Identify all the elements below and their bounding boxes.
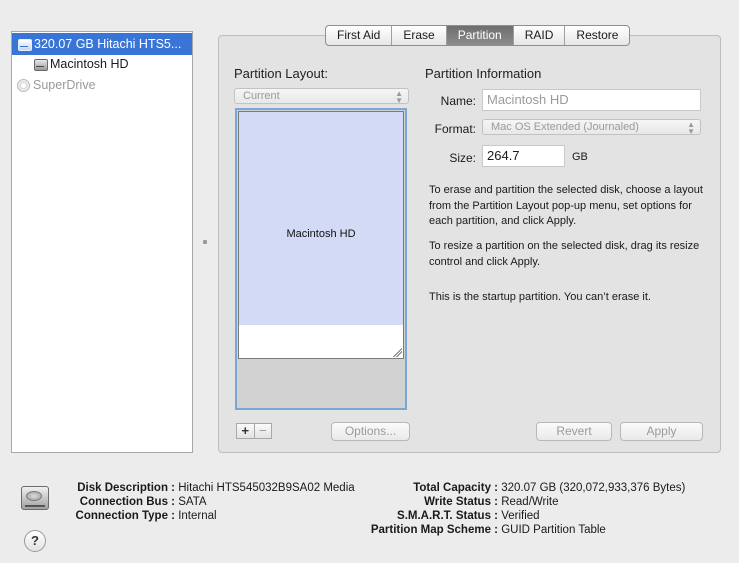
detail-value: Hitachi HTS545032B9SA02 Media (178, 482, 355, 494)
add-remove-control: + − (236, 423, 272, 439)
detail-key: S.M.A.R.T. Status : (397, 510, 498, 522)
popup-arrows-icon: ▲ ▼ (687, 120, 695, 136)
size-unit: GB (572, 151, 588, 163)
detail-key: Write Status : (424, 496, 498, 508)
add-partition-button[interactable]: + (237, 424, 255, 438)
tab-raid[interactable]: RAID (514, 26, 566, 45)
detail-value: Internal (178, 510, 217, 522)
resize-instructions: To resize a partition on the selected di… (429, 240, 700, 268)
detail-row: Connection Type : Internal (60, 509, 355, 523)
partition-block[interactable]: Macintosh HD (238, 111, 404, 359)
size-field[interactable]: 264.7 (482, 145, 565, 167)
sidebar-item-label: SuperDrive (33, 78, 96, 92)
sidebar-item-label: Macintosh HD (50, 57, 129, 71)
partition-information-heading: Partition Information (425, 66, 542, 81)
options-button[interactable]: Options... (331, 422, 410, 441)
detail-row: Total Capacity : 320.07 GB (320,072,933,… (362, 481, 685, 495)
detail-row: Disk Description : Hitachi HTS545032B9SA… (60, 481, 355, 495)
partition-layout-heading: Partition Layout: (234, 66, 328, 81)
detail-value: SATA (178, 496, 207, 508)
disk-details-left: Disk Description : Hitachi HTS545032B9SA… (60, 481, 355, 523)
hard-disk-icon (33, 57, 48, 71)
partition-used-fill (239, 112, 403, 325)
revert-button[interactable]: Revert (536, 422, 612, 441)
help-button[interactable]: ? (24, 530, 46, 552)
partition-name-field[interactable]: Macintosh HD (482, 89, 701, 111)
detail-key: Total Capacity : (413, 482, 498, 494)
format-popup[interactable]: Mac OS Extended (Journaled) ▲ ▼ (482, 119, 701, 136)
detail-value: Read/Write (501, 496, 559, 508)
detail-key: Connection Bus : (79, 496, 175, 508)
erase-instructions: To erase and partition the selected disk… (429, 184, 703, 227)
tab-partition[interactable]: Partition (446, 26, 514, 45)
split-view-handle[interactable] (203, 240, 207, 244)
detail-row: Write Status : Read/Write (362, 495, 685, 509)
disk-details-right: Total Capacity : 320.07 GB (320,072,933,… (362, 481, 686, 537)
detail-value: 320.07 GB (320,072,933,376 Bytes) (501, 482, 686, 494)
optical-disc-icon (17, 79, 30, 92)
tab-erase[interactable]: Erase (392, 26, 447, 45)
detail-row: Partition Map Scheme : GUID Partition Ta… (362, 523, 685, 537)
resize-grip-icon[interactable] (393, 348, 402, 357)
detail-key: Disk Description : (77, 482, 175, 494)
partition-layout-popup[interactable]: Current ▲ ▼ (234, 88, 409, 105)
sidebar-item-hitachi-disk[interactable]: 320.07 GB Hitachi HTS5... (12, 33, 192, 55)
detail-value: GUID Partition Table (501, 524, 606, 536)
popup-arrows-icon: ▲ ▼ (395, 89, 403, 105)
detail-row: S.M.A.R.T. Status : Verified (362, 509, 685, 523)
remove-partition-button[interactable]: − (255, 424, 272, 438)
partition-name-label: Macintosh HD (286, 228, 356, 240)
detail-key: Partition Map Scheme : (370, 524, 498, 536)
detail-value: Verified (501, 510, 540, 522)
detail-key: Connection Type : (75, 510, 175, 522)
tab-first-aid[interactable]: First Aid (326, 26, 393, 45)
disk-list[interactable]: 320.07 GB Hitachi HTS5... Macintosh HD S… (11, 31, 193, 453)
tab-bar: First Aid Erase Partition RAID Restore (325, 25, 631, 46)
apply-button[interactable]: Apply (620, 422, 703, 441)
hard-disk-icon (20, 483, 50, 513)
sidebar-item-label: 320.07 GB Hitachi HTS5... (34, 37, 182, 51)
hard-disk-icon (17, 37, 32, 51)
detail-row: Connection Bus : SATA (60, 495, 355, 509)
format-value: Mac OS Extended (Journaled) (491, 121, 639, 133)
size-label: Size: (449, 151, 476, 165)
partition-map[interactable]: Macintosh HD (235, 108, 407, 410)
startup-partition-note: This is the startup partition. You can’t… (429, 291, 651, 303)
tab-restore[interactable]: Restore (565, 26, 629, 45)
format-label: Format: (434, 122, 476, 136)
name-label: Name: (440, 94, 476, 108)
partition-layout-value: Current (243, 90, 280, 102)
